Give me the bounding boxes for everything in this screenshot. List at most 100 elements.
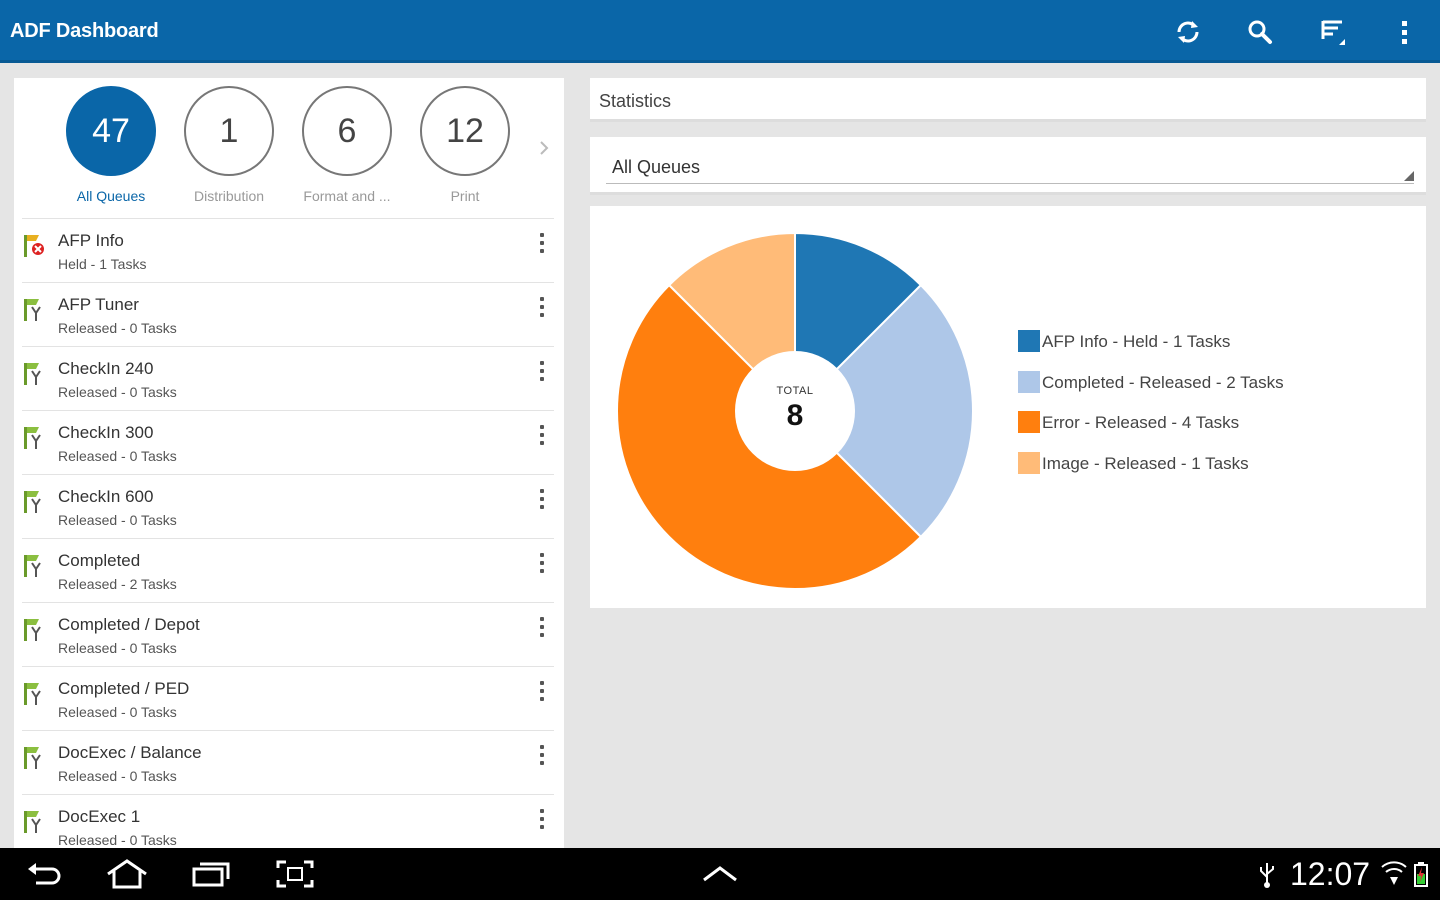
queue-name: Completed / Depot — [58, 615, 200, 634]
list-item[interactable]: CheckIn 240 Released - 0 Tasks — [22, 346, 554, 410]
back-icon[interactable] — [22, 856, 66, 892]
queue-status: Released - 0 Tasks — [58, 448, 177, 464]
released-queue-icon — [22, 487, 46, 515]
select-underline — [606, 183, 1414, 184]
queue-select[interactable]: All Queues — [590, 137, 1426, 195]
queue-name: DocExec 1 — [58, 807, 141, 826]
list-item[interactable]: CheckIn 300 Released - 0 Tasks — [22, 410, 554, 474]
home-icon[interactable] — [104, 856, 150, 892]
item-menu-icon[interactable] — [534, 807, 550, 831]
dropdown-arrow-icon — [1404, 171, 1414, 181]
usb-icon — [1254, 856, 1280, 892]
list-item[interactable]: Completed / Depot Released - 0 Tasks — [22, 602, 554, 666]
released-queue-icon — [22, 551, 46, 579]
released-queue-icon — [22, 615, 46, 643]
list-item[interactable]: AFP Info Held - 1 Tasks — [22, 218, 554, 282]
released-queue-icon — [22, 423, 46, 451]
queue-status: Held - 1 Tasks — [58, 256, 147, 272]
legend-label: Error - Released - 4 Tasks — [1042, 413, 1240, 432]
item-menu-icon[interactable] — [534, 551, 550, 575]
tab-count: 12 — [420, 86, 510, 176]
item-menu-icon[interactable] — [534, 359, 550, 383]
tab-label: Format and ... — [303, 188, 391, 204]
queue-name: AFP Tuner — [58, 295, 139, 314]
screenshot-icon[interactable] — [274, 856, 316, 892]
legend-swatch — [1018, 451, 1040, 474]
statistics-header: Statistics — [590, 78, 1426, 122]
filter-sort-icon[interactable] — [1314, 12, 1354, 52]
total-value: 8 — [786, 399, 804, 432]
tab-label: All Queues — [76, 188, 146, 204]
queue-status: Released - 2 Tasks — [58, 576, 177, 592]
statistics-title: Statistics — [599, 91, 672, 111]
legend-label: Image - Released - 1 Tasks — [1042, 453, 1249, 473]
legend-swatch — [1018, 330, 1040, 352]
item-menu-icon[interactable] — [534, 743, 550, 767]
legend-label: Completed - Released - 2 Tasks — [1042, 372, 1284, 392]
search-icon[interactable] — [1240, 12, 1280, 52]
released-queue-icon — [22, 295, 46, 323]
tab-format[interactable]: 6 Format and ... — [292, 86, 402, 204]
list-item[interactable]: DocExec / Balance Released - 0 Tasks — [22, 730, 554, 794]
app-title: ADF Dashboard — [10, 20, 159, 42]
tab-label: Distribution — [193, 188, 265, 204]
chevron-right-icon[interactable] — [534, 138, 554, 158]
queue-name: AFP Info — [58, 231, 124, 250]
legend-swatch — [1018, 370, 1040, 393]
queue-name: CheckIn 600 — [58, 487, 154, 506]
queue-name: Completed — [58, 551, 141, 570]
released-queue-icon — [22, 807, 46, 835]
queue-status: Released - 0 Tasks — [58, 384, 177, 400]
tab-all-queues[interactable]: 47 All Queues — [56, 86, 166, 204]
legend-swatch — [1018, 411, 1040, 433]
tab-count: 47 — [66, 86, 156, 176]
queue-name: CheckIn 300 — [58, 423, 154, 442]
released-queue-icon — [22, 743, 46, 771]
queue-status: Released - 0 Tasks — [58, 512, 177, 528]
queue-status: Released - 0 Tasks — [58, 832, 177, 848]
item-menu-icon[interactable] — [534, 295, 550, 319]
queue-name: DocExec / Balance — [58, 743, 202, 762]
overflow-menu-icon[interactable] — [1384, 12, 1424, 52]
system-navigation-bar: 12:07 — [0, 848, 1440, 900]
tab-label: Print — [450, 188, 480, 204]
item-menu-icon[interactable] — [534, 487, 550, 511]
list-item[interactable]: DocExec 1 Released - 0 Tasks — [22, 794, 554, 848]
queue-status: Released - 0 Tasks — [58, 704, 177, 720]
tab-count: 6 — [302, 86, 392, 176]
item-menu-icon[interactable] — [534, 615, 550, 639]
legend-label: AFP Info - Held - 1 Tasks — [1042, 332, 1231, 351]
queue-list: AFP Info Held - 1 Tasks AFP Tuner Releas… — [22, 218, 554, 848]
queues-panel: 47 All Queues 1 Distribution 6 Format an… — [14, 78, 564, 848]
released-queue-icon — [22, 359, 46, 387]
total-label: TOTAL — [776, 385, 814, 397]
item-menu-icon[interactable] — [534, 423, 550, 447]
refresh-icon[interactable] — [1168, 12, 1208, 52]
list-item[interactable]: CheckIn 600 Released - 0 Tasks — [22, 474, 554, 538]
wifi-icon — [1380, 856, 1408, 892]
tab-print[interactable]: 12 Print — [410, 86, 520, 204]
tab-count: 1 — [184, 86, 274, 176]
queue-status: Released - 0 Tasks — [58, 640, 177, 656]
list-item[interactable]: Completed / PED Released - 0 Tasks — [22, 666, 554, 730]
action-bar: ADF Dashboard — [0, 0, 1440, 63]
queue-category-tabs: 47 All Queues 1 Distribution 6 Format an… — [14, 78, 564, 218]
held-queue-icon — [22, 231, 46, 259]
list-item[interactable]: AFP Tuner Released - 0 Tasks — [22, 282, 554, 346]
clock: 12:07 — [1290, 856, 1371, 892]
queue-select-value: All Queues — [612, 157, 701, 177]
queue-name: Completed / PED — [58, 679, 190, 698]
queue-status: Released - 0 Tasks — [58, 320, 177, 336]
tab-distribution[interactable]: 1 Distribution — [174, 86, 284, 204]
chart-card: TOTAL 8 AFP Info - Held - 1 Tasks Comple… — [590, 206, 1426, 608]
item-menu-icon[interactable] — [534, 679, 550, 703]
queue-name: CheckIn 240 — [58, 359, 154, 378]
released-queue-icon — [22, 679, 46, 707]
battery-icon — [1410, 856, 1432, 892]
list-item[interactable]: Completed Released - 2 Tasks — [22, 538, 554, 602]
chevron-up-icon[interactable] — [700, 856, 740, 892]
donut-chart — [616, 231, 974, 590]
queue-status: Released - 0 Tasks — [58, 768, 177, 784]
item-menu-icon[interactable] — [534, 231, 550, 255]
recent-apps-icon[interactable] — [190, 856, 232, 892]
